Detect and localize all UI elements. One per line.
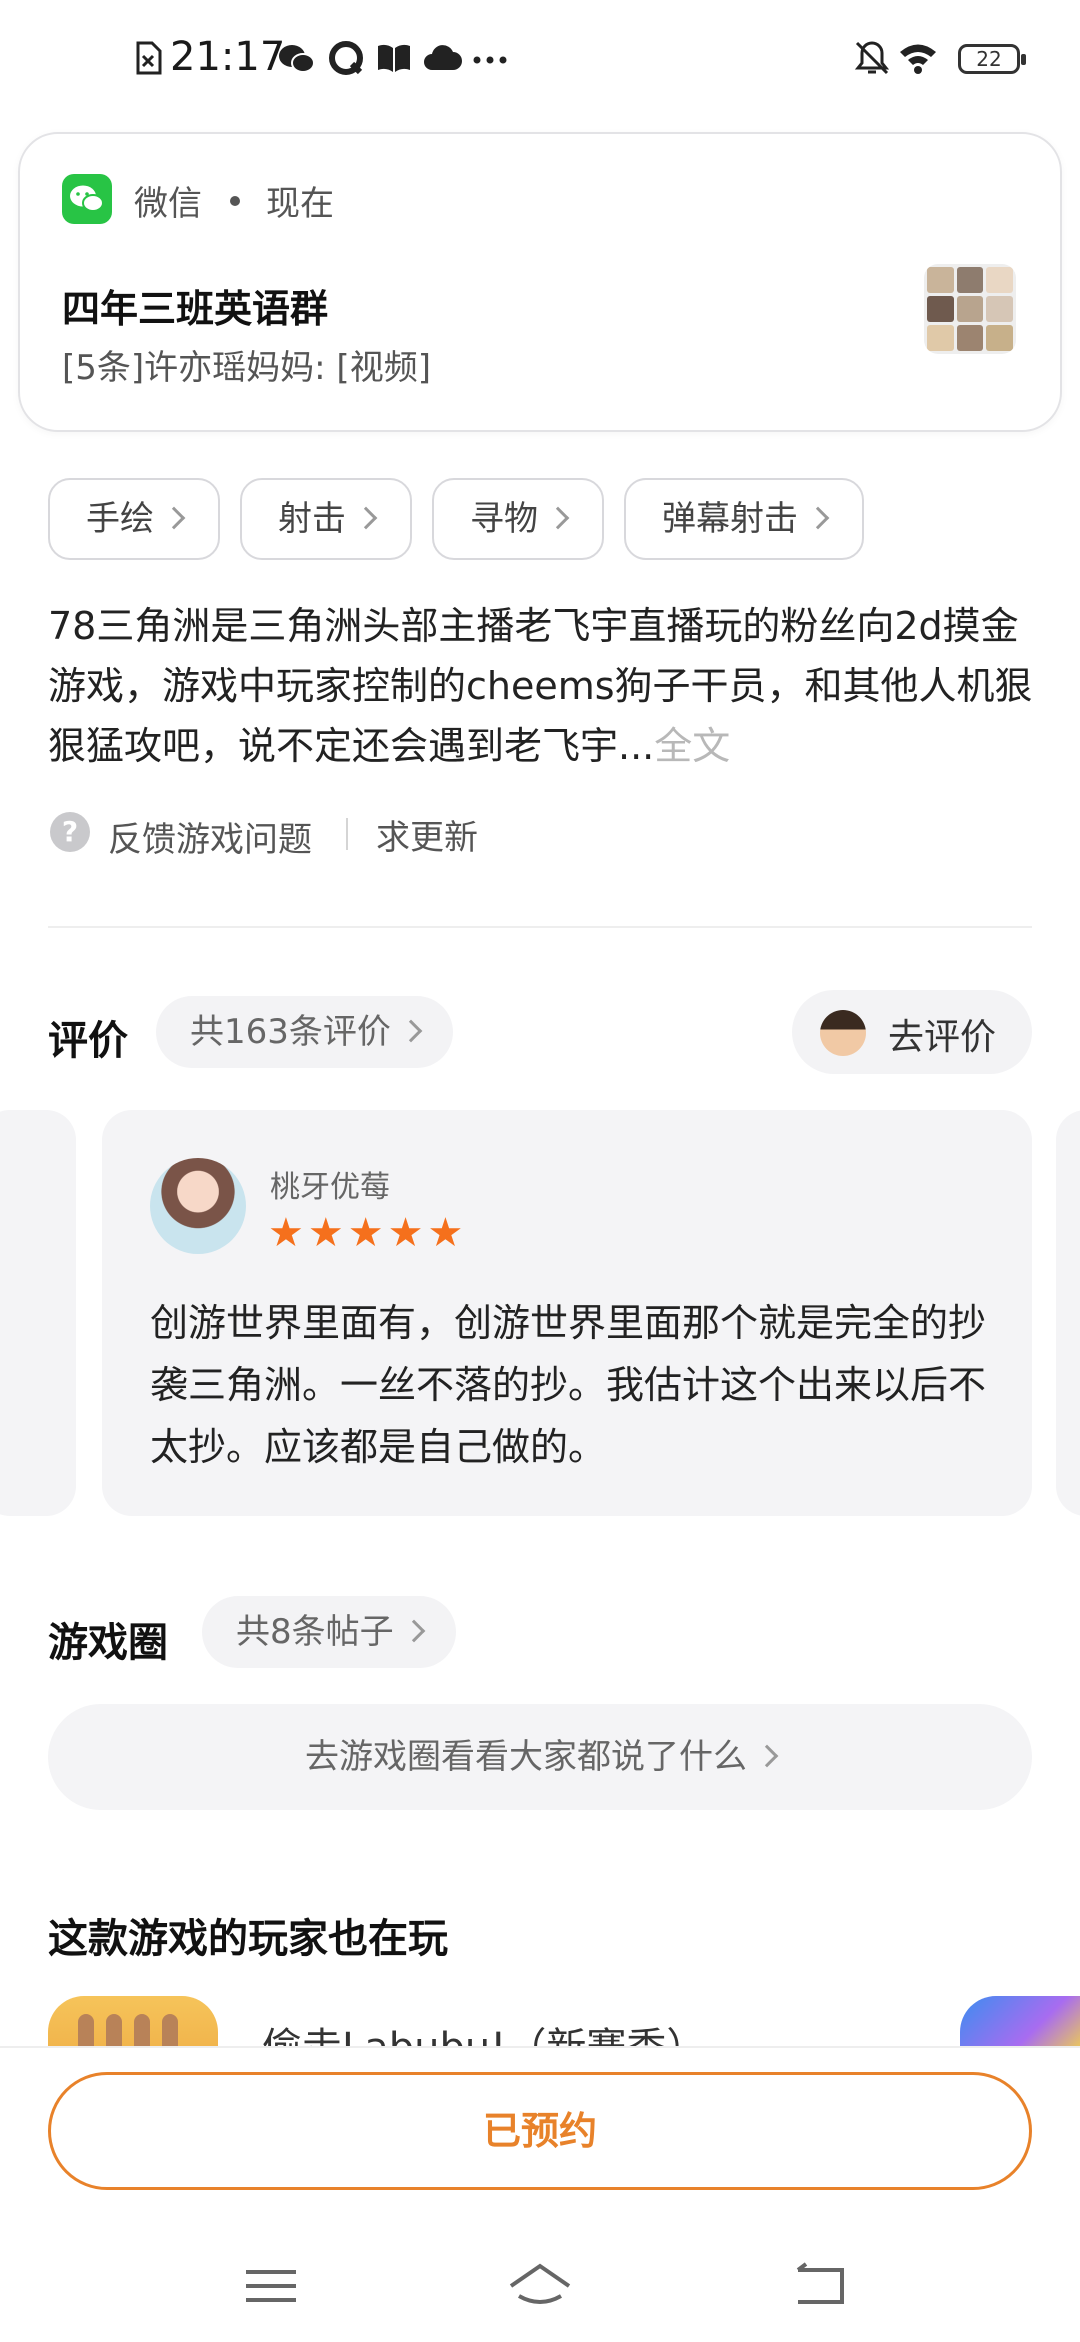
tag-chip[interactable]: 弹幕射击 (624, 478, 864, 560)
chevron-right-icon (399, 1019, 423, 1042)
notification-app-name: 微信 (134, 184, 202, 224)
back-icon[interactable] (786, 2256, 856, 2316)
section-divider (48, 926, 1032, 928)
review-card[interactable]: 桃牙优莓 ★★★★★ 创游世界里面有，创游世界里面那个就是完全的抄袭三角洲。一丝… (102, 1110, 1032, 1516)
write-review-button[interactable]: 去评价 (792, 990, 1032, 1074)
notification-body: [5条]许亦瑶妈妈: [视频] (62, 348, 431, 388)
tag-chip[interactable]: 射击 (240, 478, 412, 560)
wechat-app-icon (62, 174, 112, 224)
post-count: 共8条帖子 (236, 1612, 394, 1652)
notification-banner[interactable]: 微信 现在 四年三班英语群 [5条]许亦瑶妈妈: [视频] (18, 132, 1062, 432)
more-dots-icon (473, 56, 507, 64)
all-posts-button[interactable]: 共8条帖子 (202, 1596, 456, 1668)
all-reviews-button[interactable]: 共163条评价 (156, 996, 453, 1068)
tag-label: 弹幕射击 (662, 499, 798, 539)
divider (346, 818, 348, 850)
wechat-icon (279, 45, 315, 73)
game-circle-title: 游戏圈 (48, 1620, 168, 1666)
review-card-previous[interactable] (0, 1110, 76, 1516)
chevron-right-icon (162, 506, 186, 529)
game-description: 78三角洲是三角洲头部主播老飞宇直播玩的粉丝向2d摸金游戏，游戏中玩家控制的ch… (48, 596, 1038, 776)
menu-icon[interactable] (236, 2256, 306, 2316)
tag-chip[interactable]: 手绘 (48, 478, 220, 560)
tag-label: 手绘 (86, 499, 154, 539)
group-avatar-thumbnail (924, 264, 1016, 354)
wifi-icon (900, 44, 936, 74)
star-rating: ★★★★★ (268, 1210, 468, 1256)
tag-label: 射击 (278, 499, 346, 539)
help-icon: ? (50, 812, 90, 852)
book-icon (378, 44, 410, 72)
reviewer-avatar (150, 1158, 246, 1254)
sim-off-icon (136, 41, 162, 75)
chevron-right-icon (806, 506, 830, 529)
notification-title: 四年三班英语群 (62, 287, 329, 331)
visit-game-circle-button[interactable]: 去游戏圈看看大家都说了什么 (48, 1704, 1032, 1810)
ratings-section-title: 评价 (48, 1018, 128, 1064)
mute-icon (854, 41, 890, 75)
notification-time: 现在 (266, 184, 334, 224)
cloud-icon (424, 45, 462, 70)
tag-chip[interactable]: 寻物 (432, 478, 604, 560)
separator-dot (230, 196, 240, 206)
report-issue-link[interactable]: 反馈游戏问题 (108, 812, 312, 861)
chevron-right-icon (755, 1744, 779, 1767)
battery-level: 22 (976, 47, 1002, 71)
write-review-label: 去评价 (888, 1017, 997, 1058)
clock: 21:17 (170, 34, 286, 80)
status-bar: 21:17 22 (0, 0, 1080, 120)
request-update-link[interactable]: 求更新 (376, 810, 478, 859)
user-avatar (820, 1010, 866, 1056)
review-count: 共163条评价 (190, 1012, 391, 1052)
description-text: 78三角洲是三角洲头部主播老飞宇直播玩的粉丝向2d摸金游戏，游戏中玩家控制的ch… (48, 604, 1033, 768)
visit-game-circle-label: 去游戏圈看看大家都说了什么 (305, 1737, 747, 1777)
chevron-right-icon (546, 506, 570, 529)
chevron-right-icon (402, 1619, 425, 1642)
chevron-right-icon (354, 506, 378, 529)
q-app-icon (329, 41, 363, 75)
home-icon[interactable] (505, 2256, 575, 2316)
also-playing-title: 这款游戏的玩家也在玩 (48, 1916, 448, 1962)
review-text: 创游世界里面有，创游世界里面那个就是完全的抄袭三角洲。一丝不落的抄。我估计这个出… (150, 1301, 987, 1469)
reserved-button[interactable]: 已预约 (48, 2072, 1032, 2190)
review-card-next[interactable] (1056, 1110, 1080, 1516)
bottom-action-bar: 已预约 (0, 2046, 1080, 2342)
tag-label: 寻物 (470, 499, 538, 539)
expand-full-text-link[interactable]: 全文 (654, 724, 730, 768)
battery-icon: 22 (958, 44, 1026, 74)
reviewer-name: 桃牙优莓 (270, 1170, 390, 1205)
